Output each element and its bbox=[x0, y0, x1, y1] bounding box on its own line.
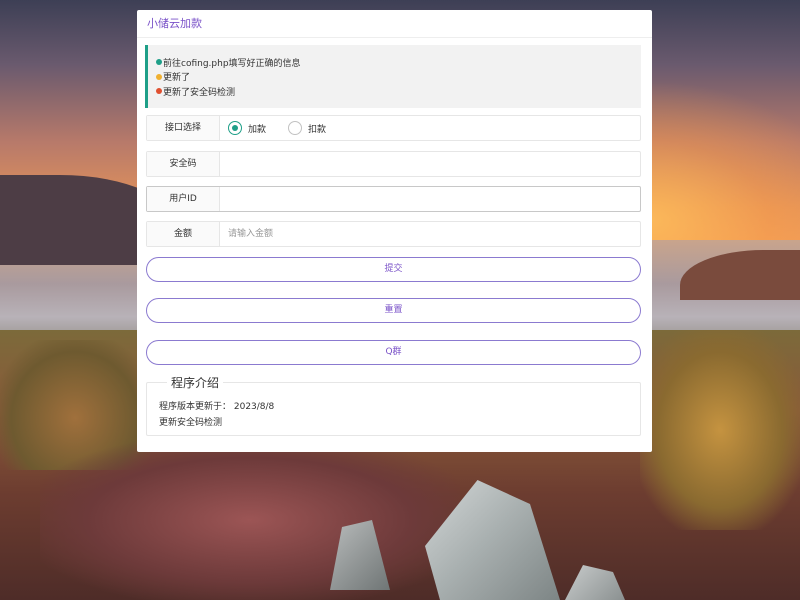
security-code-label: 安全码 bbox=[147, 152, 220, 176]
radio-deduct-funds-label[interactable]: 扣款 bbox=[308, 122, 326, 135]
heath-right bbox=[640, 330, 800, 530]
reset-button[interactable]: 重置 bbox=[146, 298, 641, 323]
program-intro: 程序介绍 程序版本更新于： 2023/8/8 更新安全码检测 bbox=[146, 374, 641, 436]
radio-unchecked-icon[interactable] bbox=[288, 121, 303, 135]
notice-line-2: 更新了 bbox=[156, 70, 641, 85]
security-code-row: 安全码 bbox=[146, 151, 641, 177]
amount-input[interactable] bbox=[228, 223, 640, 245]
amount-label: 金额 bbox=[147, 222, 220, 246]
yellow-dot-icon bbox=[156, 73, 162, 80]
radio-add-funds[interactable]: 加款 bbox=[228, 121, 266, 135]
radio-add-funds-label[interactable]: 加款 bbox=[248, 122, 266, 135]
interface-options: 加款 扣款 bbox=[220, 116, 640, 140]
heath-center bbox=[40, 440, 460, 600]
main-panel: 小储云加款 前往cofing.php填写好正确的信息 更新了 更新了安全码检测 … bbox=[137, 10, 652, 452]
amount-row: 金额 bbox=[146, 221, 641, 247]
red-dot-icon bbox=[156, 88, 162, 95]
user-id-body bbox=[220, 187, 640, 211]
notice-text-1: 前往cofing.php填写好正确的信息 bbox=[163, 58, 301, 69]
user-id-label: 用户ID bbox=[147, 187, 220, 211]
radio-deduct-funds[interactable]: 扣款 bbox=[288, 121, 326, 135]
submit-button[interactable]: 提交 bbox=[146, 257, 641, 282]
user-id-row: 用户ID bbox=[146, 186, 641, 212]
version-line: 程序版本更新于： 2023/8/8 bbox=[159, 402, 275, 412]
security-code-body bbox=[220, 152, 640, 176]
radio-checked-icon[interactable] bbox=[228, 121, 242, 135]
notice-text-3: 更新了安全码检测 bbox=[163, 87, 236, 98]
page-title: 小储云加款 bbox=[137, 10, 652, 38]
interface-label: 接口选择 bbox=[147, 116, 220, 140]
interface-select-row: 接口选择 加款 扣款 bbox=[146, 115, 641, 141]
security-code-input[interactable] bbox=[228, 153, 640, 175]
amount-body bbox=[220, 222, 640, 246]
notice-line-3: 更新了安全码检测 bbox=[156, 84, 641, 99]
description-line: 更新安全码检测 bbox=[159, 418, 223, 428]
green-dot-icon bbox=[156, 59, 162, 66]
user-id-input[interactable] bbox=[228, 188, 640, 210]
program-intro-title: 程序介绍 bbox=[167, 374, 224, 391]
notice-line-1: 前往cofing.php填写好正确的信息 bbox=[156, 55, 641, 70]
notice-text-2: 更新了 bbox=[163, 73, 191, 84]
qq-group-button[interactable]: Q群 bbox=[146, 340, 641, 365]
notice-box: 前往cofing.php填写好正确的信息 更新了 更新了安全码检测 bbox=[145, 45, 641, 108]
